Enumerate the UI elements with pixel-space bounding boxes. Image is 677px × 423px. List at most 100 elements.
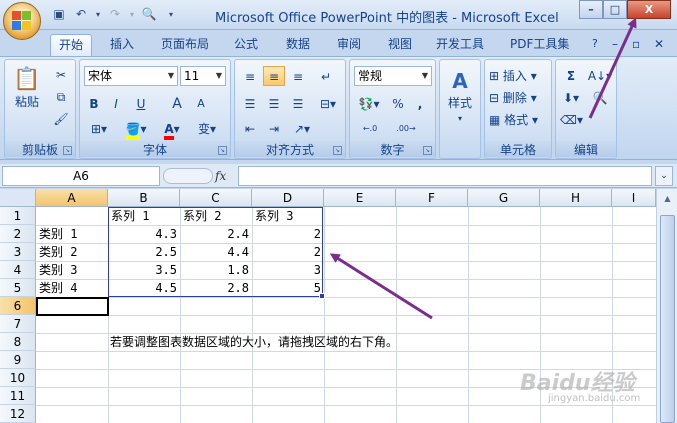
office-button[interactable]: [3, 2, 41, 40]
cell-C2[interactable]: 2.4: [180, 225, 252, 243]
cell-B8-note[interactable]: 若要调整图表数据区域的大小，请拖拽区域的右下角。: [110, 333, 398, 350]
help-icon[interactable]: ?: [584, 34, 606, 56]
cell-A2[interactable]: 类别 1: [36, 225, 108, 243]
insert-cells-button[interactable]: ⊞ 插入 ▾: [488, 65, 550, 85]
vertical-scrollbar[interactable]: ▲: [656, 189, 677, 423]
close-button[interactable]: X: [627, 0, 671, 19]
fill-icon[interactable]: ⬇▾: [559, 87, 583, 107]
cell-D3[interactable]: 2: [252, 243, 324, 261]
cell-B4[interactable]: 3.5: [108, 261, 180, 279]
restore-button[interactable]: □: [603, 0, 627, 19]
undo-dropdown-icon[interactable]: ▾: [94, 6, 102, 23]
customize-icon[interactable]: ▾: [162, 6, 180, 23]
row-header[interactable]: 4: [0, 261, 36, 279]
column-header-G[interactable]: G: [468, 189, 540, 207]
formula-bar-splitter[interactable]: [163, 168, 213, 184]
row-header[interactable]: 5: [0, 279, 36, 297]
font-color-button[interactable]: A▾: [156, 118, 188, 140]
row-header[interactable]: 2: [0, 225, 36, 243]
cell-A5[interactable]: 类别 4: [36, 279, 108, 297]
cell-C1[interactable]: 系列 2: [180, 207, 252, 225]
align-left-icon[interactable]: ☰: [239, 93, 261, 113]
font-name-combo[interactable]: 宋体 ▼: [84, 66, 178, 86]
row-header[interactable]: 6: [0, 297, 36, 315]
clipboard-launcher-icon[interactable]: ↘: [63, 146, 72, 155]
cell-D5[interactable]: 5: [252, 279, 324, 297]
column-header-D[interactable]: D: [252, 189, 324, 207]
align-top-icon[interactable]: ≡: [239, 66, 261, 86]
bold-button[interactable]: B: [84, 93, 104, 113]
number-launcher-icon[interactable]: ↘: [423, 146, 432, 155]
fill-color-button[interactable]: 🪣▾: [120, 118, 152, 140]
alignment-launcher-icon[interactable]: ↘: [333, 146, 342, 155]
column-header-H[interactable]: H: [540, 189, 612, 207]
row-header[interactable]: 9: [0, 351, 36, 369]
cell-B1[interactable]: 系列 1: [108, 207, 180, 225]
ribbon-minimize-icon[interactable]: –: [604, 34, 626, 56]
tab-view[interactable]: 视图: [380, 34, 420, 56]
tab-page-layout[interactable]: 页面布局: [153, 34, 217, 56]
column-header-F[interactable]: F: [396, 189, 468, 207]
column-header-C[interactable]: C: [180, 189, 252, 207]
tab-home[interactable]: 开始: [50, 34, 93, 56]
clear-icon[interactable]: ⌫▾: [559, 109, 583, 129]
expand-formula-bar-icon[interactable]: ⌄: [655, 166, 673, 186]
row-header[interactable]: 8: [0, 333, 36, 351]
range-resize-handle[interactable]: [319, 293, 325, 299]
print-preview-icon[interactable]: 🔍: [140, 6, 158, 23]
font-size-combo[interactable]: 11 ▼: [180, 66, 226, 86]
align-middle-icon[interactable]: ≡: [263, 66, 285, 86]
align-right-icon[interactable]: ☰: [287, 93, 309, 113]
row-header[interactable]: 3: [0, 243, 36, 261]
undo-icon[interactable]: ↶: [72, 6, 90, 23]
active-cell-A6[interactable]: [36, 297, 109, 316]
tab-data[interactable]: 数据: [278, 34, 318, 56]
tab-pdf-tools[interactable]: PDF工具集: [502, 34, 577, 56]
increase-indent-icon[interactable]: ⇥: [263, 118, 285, 138]
insert-function-icon[interactable]: fx: [215, 166, 237, 186]
border-icon[interactable]: ⊞▾: [84, 118, 114, 138]
ribbon-close-icon[interactable]: ✕: [646, 34, 672, 56]
decrease-indent-icon[interactable]: ⇤: [239, 118, 261, 138]
row-header[interactable]: 7: [0, 315, 36, 333]
name-box[interactable]: A6: [2, 166, 160, 186]
cell-D1[interactable]: 系列 3: [252, 207, 324, 225]
grow-font-button[interactable]: A: [166, 93, 188, 113]
autosum-button[interactable]: Σ: [559, 65, 583, 85]
row-header[interactable]: 1: [0, 207, 36, 225]
cell-A4[interactable]: 类别 3: [36, 261, 108, 279]
underline-button[interactable]: U: [128, 93, 154, 113]
merge-center-icon[interactable]: ⊟▾: [315, 93, 341, 113]
column-header-E[interactable]: E: [324, 189, 396, 207]
scroll-up-icon[interactable]: ▲: [660, 191, 675, 206]
ribbon-restore-icon[interactable]: ▫: [624, 34, 648, 56]
format-cells-button[interactable]: ▦ 格式 ▾: [488, 109, 550, 129]
select-all-corner[interactable]: [0, 189, 36, 207]
phonetic-button[interactable]: 变▾: [192, 118, 222, 138]
styles-button[interactable]: A 样式 ▾: [442, 66, 478, 128]
currency-icon[interactable]: 💱▾: [354, 93, 384, 113]
copy-icon[interactable]: ⧉: [51, 86, 71, 106]
cell-B3[interactable]: 2.5: [108, 243, 180, 261]
tab-formulas[interactable]: 公式: [226, 34, 266, 56]
redo-dropdown-icon[interactable]: ▾: [128, 6, 136, 23]
column-header-B[interactable]: B: [108, 189, 180, 207]
cell-D4[interactable]: 3: [252, 261, 324, 279]
find-select-icon[interactable]: 🔍: [586, 87, 614, 107]
percent-button[interactable]: %: [388, 93, 408, 113]
cell-C4[interactable]: 1.8: [180, 261, 252, 279]
cell-C5[interactable]: 2.8: [180, 279, 252, 297]
comma-button[interactable]: ,: [410, 93, 430, 113]
cell-B5[interactable]: 4.5: [108, 279, 180, 297]
number-format-combo[interactable]: 常规 ▼: [354, 66, 432, 86]
paste-button[interactable]: 📋 粘贴: [8, 64, 46, 118]
scroll-thumb[interactable]: [660, 215, 675, 423]
save-icon[interactable]: ▣: [50, 6, 68, 23]
tab-review[interactable]: 审阅: [329, 34, 369, 56]
tab-developer[interactable]: 开发工具: [428, 34, 492, 56]
tab-insert[interactable]: 插入: [102, 34, 142, 56]
shrink-font-button[interactable]: A: [190, 93, 212, 113]
italic-button[interactable]: I: [106, 93, 126, 113]
cell-D2[interactable]: 2: [252, 225, 324, 243]
formula-input[interactable]: [238, 166, 652, 186]
